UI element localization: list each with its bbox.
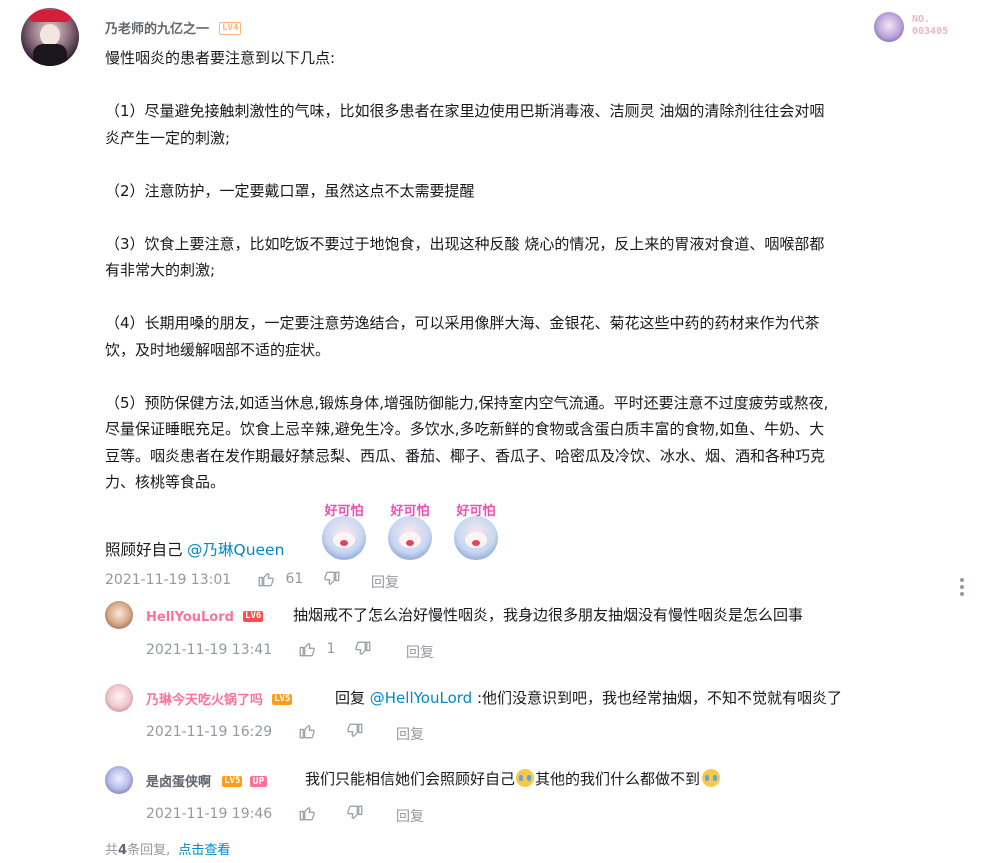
reply-meta: 2021-11-19 16:29 回复 bbox=[146, 722, 566, 744]
up-badge: UP bbox=[250, 776, 267, 787]
level-badge: LV5 bbox=[272, 694, 293, 705]
reply-header: 乃琳今天吃火锅了吗 LV5 bbox=[146, 689, 293, 708]
reply-time: 2021-11-19 19:46 bbox=[146, 806, 273, 822]
content-line: 慢性咽炎的患者要注意到以下几点: bbox=[105, 49, 336, 67]
dislike-button[interactable] bbox=[346, 804, 364, 822]
like-count: 1 bbox=[326, 641, 336, 657]
thumb-down-icon bbox=[347, 805, 363, 819]
content-line bbox=[105, 363, 975, 390]
content-line bbox=[105, 204, 975, 231]
reply-button[interactable]: 回复 bbox=[396, 806, 424, 826]
fan-badge-avatar bbox=[874, 12, 904, 42]
thumb-down-icon bbox=[355, 641, 371, 655]
reply-text: 抽烟戒不了怎么治好慢性咽炎，我身边很多朋友抽烟没有慢性咽炎是怎么回事 bbox=[293, 606, 804, 624]
content-line: （3）饮食上要注意，比如吃饭不要过于地饱食，出现这种反酸 烧心的情况，反上来的胃… bbox=[105, 234, 825, 253]
reply-time: 2021-11-19 16:29 bbox=[146, 724, 273, 740]
reply-body: :他们没意识到吧，我也经常抽烟，不知不觉就有咽炎了 bbox=[472, 689, 843, 707]
comment-time: 2021-11-19 13:01 bbox=[105, 572, 232, 588]
content-line bbox=[105, 151, 975, 178]
more-vertical-icon[interactable] bbox=[955, 577, 969, 597]
reply-body: 我们只能相信她们会照顾好自己 bbox=[305, 770, 516, 788]
content-line: 炎产生一定的刺激; bbox=[105, 128, 231, 147]
sticker-emote-icon: 好可怕 bbox=[313, 500, 375, 562]
thumb-down-icon bbox=[347, 723, 363, 737]
level-badge: LV5 bbox=[222, 776, 243, 787]
crying-emoji-icon bbox=[702, 769, 721, 787]
like-button[interactable]: 1 bbox=[298, 640, 335, 658]
reply-time: 2021-11-19 13:41 bbox=[146, 642, 273, 658]
reply-text: 回复 @HellYouLord :他们没意识到吧，我也经常抽烟，不知不觉就有咽炎… bbox=[335, 687, 842, 708]
thumb-up-icon bbox=[299, 807, 315, 821]
content-line: （5）预防保健方法,如适当休息,锻炼身体,增强防御能力,保持室内空气流通。平时还… bbox=[105, 393, 829, 412]
content-line: 饮，及时地缓解咽部不适的症状。 bbox=[105, 340, 331, 359]
mention-link[interactable]: @乃琳Queen bbox=[187, 538, 284, 560]
content-line bbox=[105, 284, 975, 311]
reply-header: 是卤蛋侠啊 LV5 UP bbox=[146, 771, 267, 790]
reply-header: HellYouLord LV6 bbox=[146, 606, 264, 625]
avatar[interactable] bbox=[21, 8, 79, 66]
thumb-up-icon bbox=[299, 643, 315, 657]
like-button[interactable] bbox=[298, 722, 316, 740]
content-line: 有非常大的刺激; bbox=[105, 261, 216, 279]
username[interactable]: 是卤蛋侠啊 bbox=[146, 775, 211, 790]
content-line bbox=[105, 72, 975, 99]
avatar[interactable] bbox=[105, 684, 133, 712]
fan-badge-number: NO. 003405 bbox=[912, 14, 949, 37]
reply-meta: 2021-11-19 19:46 回复 bbox=[146, 804, 566, 826]
dislike-button[interactable] bbox=[323, 570, 341, 588]
reply-summary: 共4条回复, 点击查看 bbox=[105, 843, 231, 858]
reply-text: 我们只能相信她们会照顾好自己 其他的我们什么都做不到 bbox=[305, 768, 721, 789]
username[interactable]: HellYouLord bbox=[146, 610, 234, 625]
reply-button[interactable]: 回复 bbox=[406, 642, 434, 662]
reply-count: 4 bbox=[118, 843, 128, 858]
view-replies-link[interactable]: 点击查看 bbox=[178, 843, 230, 858]
sticker-emote-icon: 好可怕 bbox=[445, 500, 507, 562]
like-count: 61 bbox=[285, 571, 304, 587]
comment-meta: 2021-11-19 13:01 61 回复 bbox=[105, 570, 525, 592]
content-line: （1）尽量避免接触刺激性的气味，比如很多患者在家里边使用巴斯消毒液、洁厕灵 油烟… bbox=[105, 102, 825, 120]
dislike-button[interactable] bbox=[346, 722, 364, 740]
mention-link[interactable]: @HellYouLord bbox=[370, 689, 472, 707]
username[interactable]: 乃老师的九亿之一 bbox=[105, 22, 209, 37]
avatar[interactable] bbox=[105, 601, 133, 629]
content-line: （2）注意防护，一定要戴口罩，虽然这点不太需要提醒 bbox=[105, 181, 475, 200]
reply-button[interactable]: 回复 bbox=[396, 724, 424, 744]
sticker-emote-icon: 好可怕 bbox=[379, 500, 441, 562]
content-line: （4）长期用嗓的朋友，一定要注意劳逸结合，可以采用像胖大海、金银花、菊花这些中药… bbox=[105, 314, 820, 332]
content-line: 力、核桃等食品。 bbox=[105, 473, 226, 491]
reply-body: 其他的我们什么都做不到 bbox=[535, 770, 701, 788]
content-line: 尽量保证睡眠充足。饮食上忌辛辣,避免生冷。多饮水,多吃新鲜的食物或含蛋白质丰富的… bbox=[105, 420, 825, 438]
avatar[interactable] bbox=[105, 766, 133, 794]
reply-meta: 2021-11-19 13:41 1 回复 bbox=[146, 640, 566, 662]
thumb-down-icon bbox=[324, 571, 340, 585]
reply-button[interactable]: 回复 bbox=[371, 572, 399, 592]
comment-text: 照顾好自己 bbox=[105, 541, 183, 559]
crying-emoji-icon bbox=[516, 769, 535, 787]
like-button[interactable] bbox=[298, 804, 316, 822]
thumb-up-icon bbox=[299, 725, 315, 739]
content-line: 豆等。咽炎患者在发作期最好禁忌梨、西瓜、番茄、椰子、香瓜子、哈密瓜及冷饮、冰水、… bbox=[105, 446, 826, 465]
thumb-up-icon bbox=[258, 573, 274, 587]
level-badge: LV6 bbox=[243, 611, 264, 622]
like-button[interactable]: 61 bbox=[257, 570, 303, 588]
username[interactable]: 乃琳今天吃火锅了吗 bbox=[146, 693, 263, 708]
comment-header: 乃老师的九亿之一 LV4 bbox=[105, 18, 242, 37]
comment-content: 慢性咽炎的患者要注意到以下几点: （1）尽量避免接触刺激性的气味，比如很多患者在家… bbox=[105, 45, 975, 496]
level-badge: LV4 bbox=[219, 22, 242, 35]
dislike-button[interactable] bbox=[354, 640, 372, 658]
reply-prefix: 回复 bbox=[335, 689, 370, 707]
